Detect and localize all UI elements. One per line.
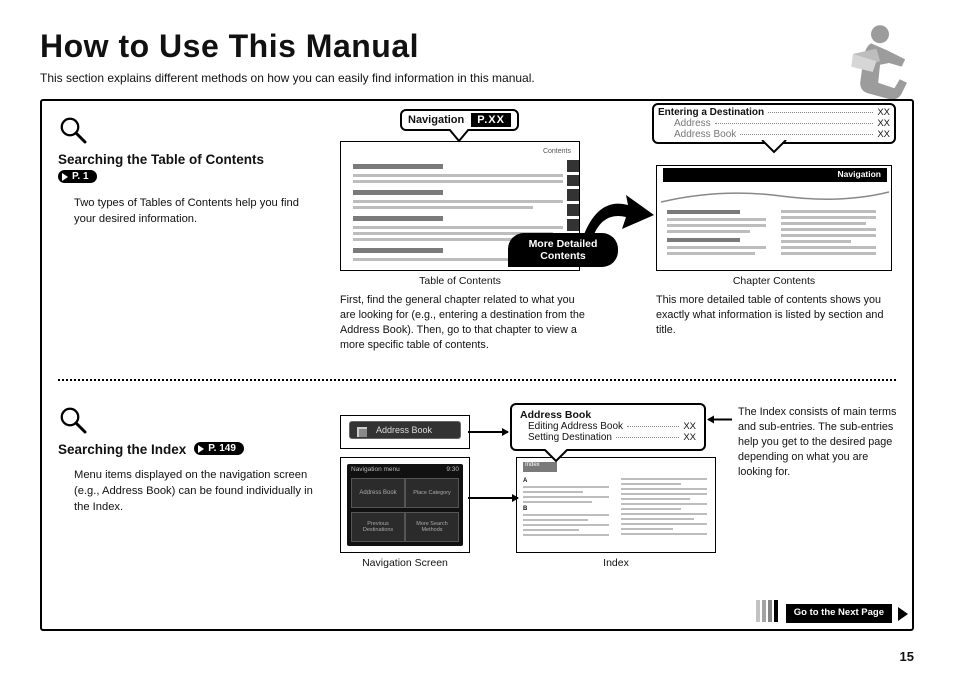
navigation-screen-thumbnail: Navigation menu 9:30 Address Book Place … <box>340 457 470 553</box>
goto-label: Go to the Next Page <box>786 604 892 622</box>
page-number: 15 <box>900 649 914 664</box>
index-thumbnail-label: Index <box>516 557 716 569</box>
index-thumb-header: Index <box>523 462 540 468</box>
chapter-sub2-label: Address Book <box>658 129 736 140</box>
chapter-main-label: Entering a Destination <box>658 107 764 118</box>
nav-menu-title: Navigation menu <box>351 466 400 473</box>
navigation-callout: Navigation P.XX <box>400 109 519 131</box>
thin-arrow-icon <box>468 497 518 499</box>
page-title: How to Use This Manual <box>40 28 914 65</box>
magnifier-icon <box>58 115 88 145</box>
manual-page: How to Use This Manual This section expl… <box>0 0 954 674</box>
nav-time: 9:30 <box>446 466 459 473</box>
nav-screen-label: Navigation Screen <box>340 557 470 569</box>
chapter-thumbnail-label: Chapter Contents <box>656 275 892 287</box>
section-divider <box>58 379 896 381</box>
section-heading-toc: Searching the Table of Contents <box>58 152 326 167</box>
address-book-chip: Address Book <box>340 415 470 449</box>
page-subtitle: This section explains different methods … <box>40 71 914 85</box>
address-book-icon <box>356 425 370 439</box>
section-body-index: Menu items displayed on the navigation s… <box>58 467 326 516</box>
section-toc: Searching the Table of Contents P. 1 Two… <box>58 115 896 375</box>
thin-arrow-icon <box>708 419 732 421</box>
section-heading-index: Searching the Index <box>58 442 186 457</box>
index-callout: Address Book Editing Address BookXX Sett… <box>510 403 706 451</box>
goto-next-page[interactable]: Go to the Next Page <box>756 600 908 627</box>
navigation-callout-page: P.XX <box>471 113 511 127</box>
content-panel: Searching the Table of Contents P. 1 Two… <box>40 99 914 631</box>
index-thumbnail: Index A B <box>516 457 716 553</box>
toc-thumb-header: Contents <box>543 148 571 155</box>
address-book-label: Address Book <box>376 425 432 435</box>
chapter-list-callout: Entering a DestinationXX AddressXX Addre… <box>658 107 890 140</box>
reader-silhouette-icon <box>826 18 916 108</box>
chapter-nav-banner: Navigation <box>663 168 887 182</box>
page-ref-badge[interactable]: P. 1 <box>58 170 97 183</box>
index-callout-title: Address Book <box>520 409 696 421</box>
chevron-right-icon <box>898 607 908 621</box>
section-index: Searching the Index P. 149 Menu items di… <box>58 405 896 605</box>
chapter-description: This more detailed table of contents sho… <box>656 293 892 338</box>
thin-arrow-icon <box>468 431 508 433</box>
index-description: The Index consists of main terms and sub… <box>738 405 898 481</box>
toc-description: First, find the general chapter related … <box>340 293 590 353</box>
magnifier-icon <box>58 405 88 435</box>
stripes-icon <box>756 600 780 627</box>
chapter-sub1-label: Address <box>658 118 711 129</box>
section-body-toc: Two types of Tables of Contents help you… <box>58 195 326 227</box>
page-ref-badge[interactable]: P. 149 <box>194 442 244 455</box>
navigation-callout-label: Navigation <box>408 114 464 126</box>
more-detailed-pill: More Detailed Contents <box>508 233 618 267</box>
toc-thumbnail-label: Table of Contents <box>340 275 580 287</box>
chapter-thumbnail: Navigation <box>656 165 892 271</box>
